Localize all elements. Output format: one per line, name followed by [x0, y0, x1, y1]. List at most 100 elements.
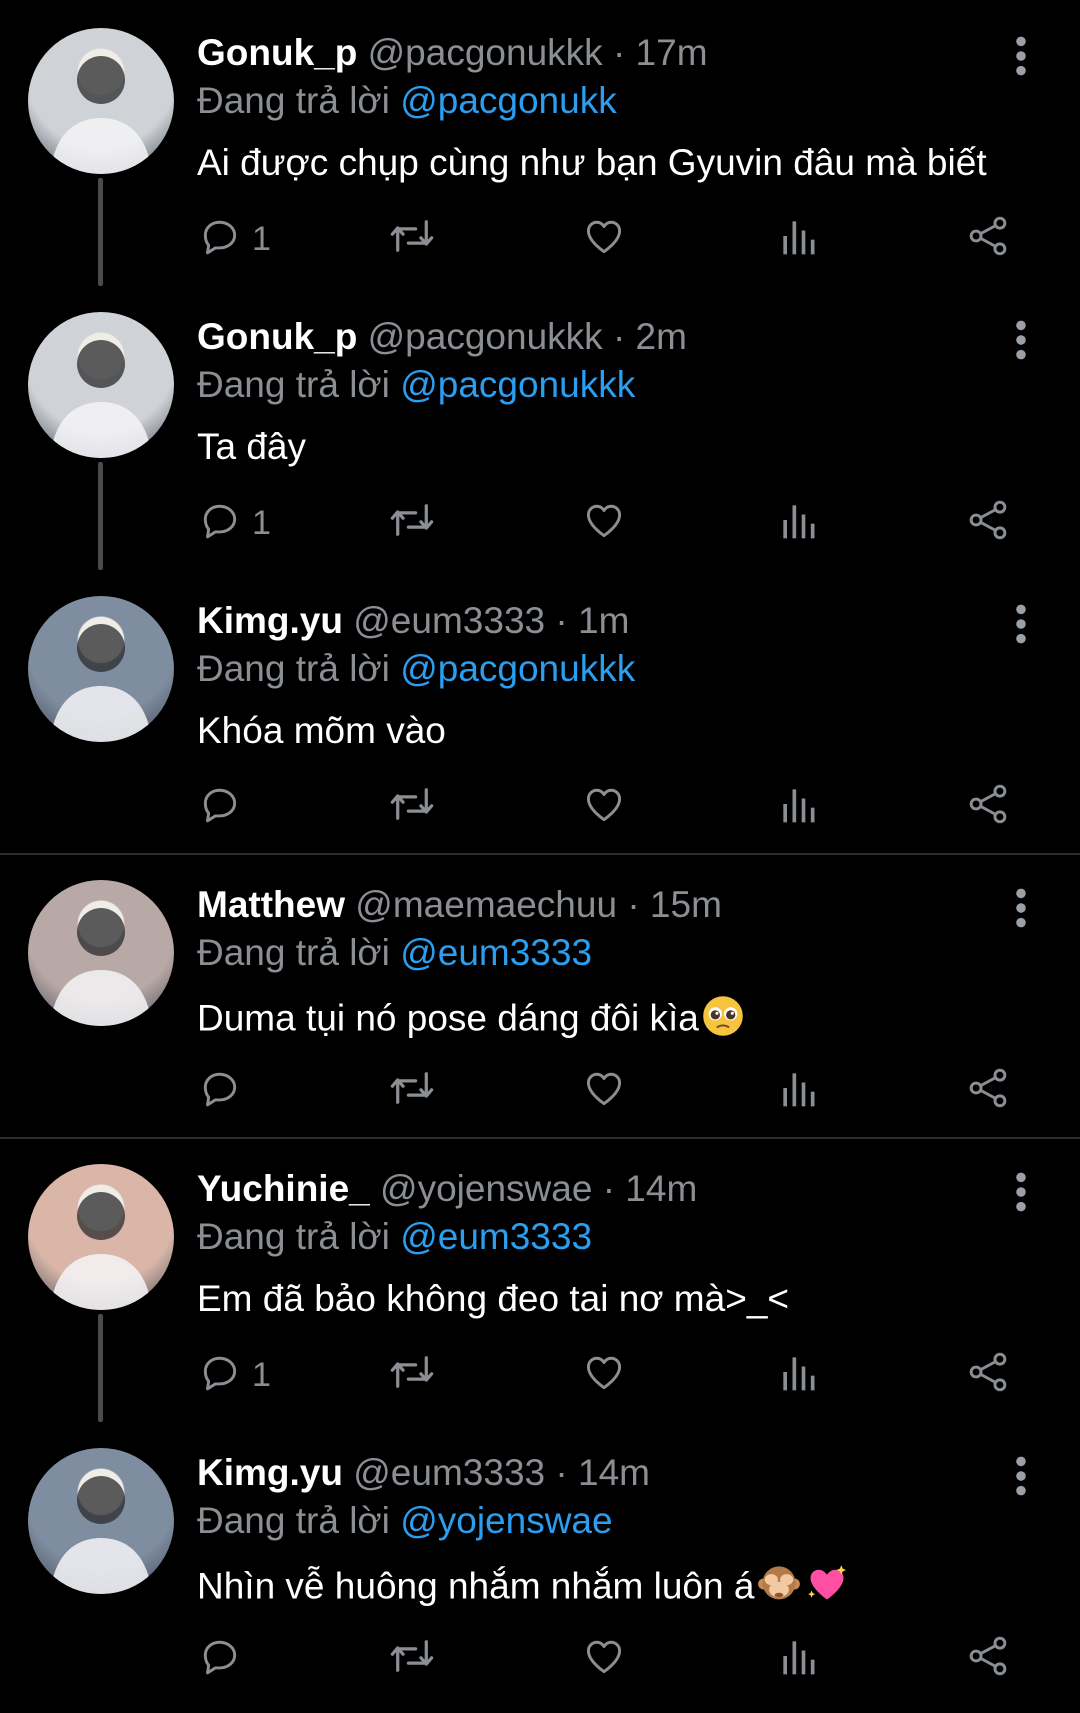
- author-name[interactable]: Kimg.yu: [197, 600, 343, 641]
- author-name[interactable]: Gonuk_p: [197, 316, 357, 357]
- like-button[interactable]: [582, 782, 626, 832]
- analytics-button[interactable]: [778, 1066, 818, 1116]
- retweet-button[interactable]: [387, 1066, 437, 1116]
- replying-to-handle[interactable]: @pacgonukk: [400, 80, 617, 121]
- heart-icon: [582, 1072, 626, 1114]
- replying-to-handle[interactable]: @eum3333: [400, 1216, 592, 1257]
- replying-to: Đang trả lời @yojenswae: [197, 1500, 613, 1542]
- tweet[interactable]: Kimg.yu @eum3333 · 1m Đang trả lời @pacgo…: [0, 568, 1080, 852]
- reply-button[interactable]: 1: [198, 214, 271, 264]
- timestamp[interactable]: 1m: [578, 600, 629, 641]
- tweet-text-content: Khóa mõm vào: [197, 710, 446, 751]
- author-name[interactable]: Matthew: [197, 884, 345, 925]
- share-button[interactable]: [966, 782, 1010, 832]
- heart-icon: [582, 788, 626, 830]
- analytics-button[interactable]: [778, 1350, 818, 1400]
- author-handle[interactable]: @pacgonukkk: [368, 32, 603, 73]
- tweet[interactable]: Kimg.yu @eum3333 · 14m Đang trả lời @yoje…: [0, 1420, 1080, 1704]
- tweet-header: Kimg.yu @eum3333 · 14m: [197, 1452, 650, 1494]
- analytics-icon: [778, 1073, 818, 1114]
- author-handle[interactable]: @eum3333: [353, 1452, 545, 1493]
- timestamp[interactable]: 2m: [636, 316, 687, 357]
- like-button[interactable]: [582, 1066, 626, 1116]
- retweet-button[interactable]: [387, 1634, 437, 1684]
- like-button[interactable]: [582, 214, 626, 264]
- thread-line: [98, 462, 103, 570]
- share-button[interactable]: [966, 1634, 1010, 1684]
- avatar[interactable]: [28, 1164, 174, 1310]
- replying-to-label: Đang trả lời: [197, 80, 390, 121]
- retweet-icon: [387, 1356, 437, 1398]
- analytics-button[interactable]: [778, 498, 818, 548]
- reply-button[interactable]: 1: [198, 1350, 271, 1400]
- timestamp[interactable]: 14m: [578, 1452, 650, 1493]
- more-options-icon[interactable]: [1006, 602, 1036, 646]
- replying-to: Đang trả lời @eum3333: [197, 932, 592, 974]
- avatar[interactable]: [28, 312, 174, 458]
- retweet-button[interactable]: [387, 1350, 437, 1400]
- retweet-button[interactable]: [387, 214, 437, 264]
- avatar[interactable]: [28, 28, 174, 174]
- more-options-icon[interactable]: [1006, 1170, 1036, 1214]
- author-handle[interactable]: @yojenswae: [380, 1168, 592, 1209]
- analytics-button[interactable]: [778, 214, 818, 264]
- author-name[interactable]: Kimg.yu: [197, 1452, 343, 1493]
- tweet-header: Kimg.yu @eum3333 · 1m: [197, 600, 629, 642]
- analytics-icon: [778, 221, 818, 262]
- reply-button[interactable]: [198, 782, 242, 832]
- avatar[interactable]: [28, 880, 174, 1026]
- reply-icon: [198, 1356, 242, 1398]
- more-options-icon[interactable]: [1006, 34, 1036, 78]
- tweet-text: Duma tụi nó pose dáng đôi kìa: [197, 994, 745, 1047]
- avatar[interactable]: [28, 596, 174, 742]
- author-name[interactable]: Gonuk_p: [197, 32, 357, 73]
- replying-to-handle[interactable]: @pacgonukkk: [400, 364, 635, 405]
- retweet-button[interactable]: [387, 782, 437, 832]
- separator-dot: ·: [612, 316, 626, 357]
- more-options-icon[interactable]: [1006, 1454, 1036, 1498]
- more-options-icon[interactable]: [1006, 318, 1036, 362]
- reply-count: 1: [252, 504, 271, 542]
- separator-dot: ·: [627, 884, 640, 925]
- share-button[interactable]: [966, 498, 1010, 548]
- like-button[interactable]: [582, 1634, 626, 1684]
- more-options-icon[interactable]: [1006, 886, 1036, 930]
- retweet-icon: [387, 1072, 437, 1114]
- heart-icon: [582, 220, 626, 262]
- reply-icon: [198, 1072, 242, 1114]
- author-handle[interactable]: @pacgonukkk: [368, 316, 603, 357]
- avatar[interactable]: [28, 1448, 174, 1594]
- replying-to: Đang trả lời @eum3333: [197, 1216, 592, 1258]
- tweet-text-content: Nhìn vễ huông nhắm nhắm luôn á: [197, 1565, 755, 1607]
- retweet-button[interactable]: [387, 498, 437, 548]
- share-icon: [966, 1636, 1010, 1682]
- replying-to-handle[interactable]: @eum3333: [400, 932, 592, 973]
- share-button[interactable]: [966, 1350, 1010, 1400]
- like-button[interactable]: [582, 498, 626, 548]
- author-handle[interactable]: @eum3333: [353, 600, 545, 641]
- timestamp[interactable]: 15m: [650, 884, 722, 925]
- replying-to-handle[interactable]: @pacgonukkk: [400, 648, 635, 689]
- timestamp[interactable]: 14m: [625, 1168, 697, 1209]
- replying-to-handle[interactable]: @yojenswae: [400, 1500, 612, 1541]
- share-button[interactable]: [966, 214, 1010, 264]
- author-name[interactable]: Yuchinie_: [197, 1168, 370, 1209]
- reply-button[interactable]: [198, 1634, 242, 1684]
- like-button[interactable]: [582, 1350, 626, 1400]
- author-handle[interactable]: @maemaechuu: [355, 884, 617, 925]
- tweet[interactable]: Yuchinie_ @yojenswae · 14m Đang trả lời @…: [0, 1136, 1080, 1422]
- replying-to: Đang trả lời @pacgonukkk: [197, 364, 635, 406]
- separator-dot: ·: [612, 32, 626, 73]
- reply-button[interactable]: 1: [198, 498, 271, 548]
- analytics-button[interactable]: [778, 782, 818, 832]
- heart-icon: [582, 1640, 626, 1682]
- tweet[interactable]: Gonuk_p @pacgonukkk · 17m Đang trả lời @p…: [0, 0, 1080, 286]
- tweet-text: Khóa mõm vào: [197, 710, 446, 752]
- tweet[interactable]: Gonuk_p @pacgonukkk · 2m Đang trả lời @pa…: [0, 284, 1080, 570]
- share-button[interactable]: [966, 1066, 1010, 1116]
- analytics-button[interactable]: [778, 1634, 818, 1684]
- tweet-text: Ta đây: [197, 426, 306, 468]
- tweet[interactable]: Matthew @maemaechuu · 15m Đang trả lời @e…: [0, 852, 1080, 1136]
- timestamp[interactable]: 17m: [636, 32, 708, 73]
- reply-button[interactable]: [198, 1066, 242, 1116]
